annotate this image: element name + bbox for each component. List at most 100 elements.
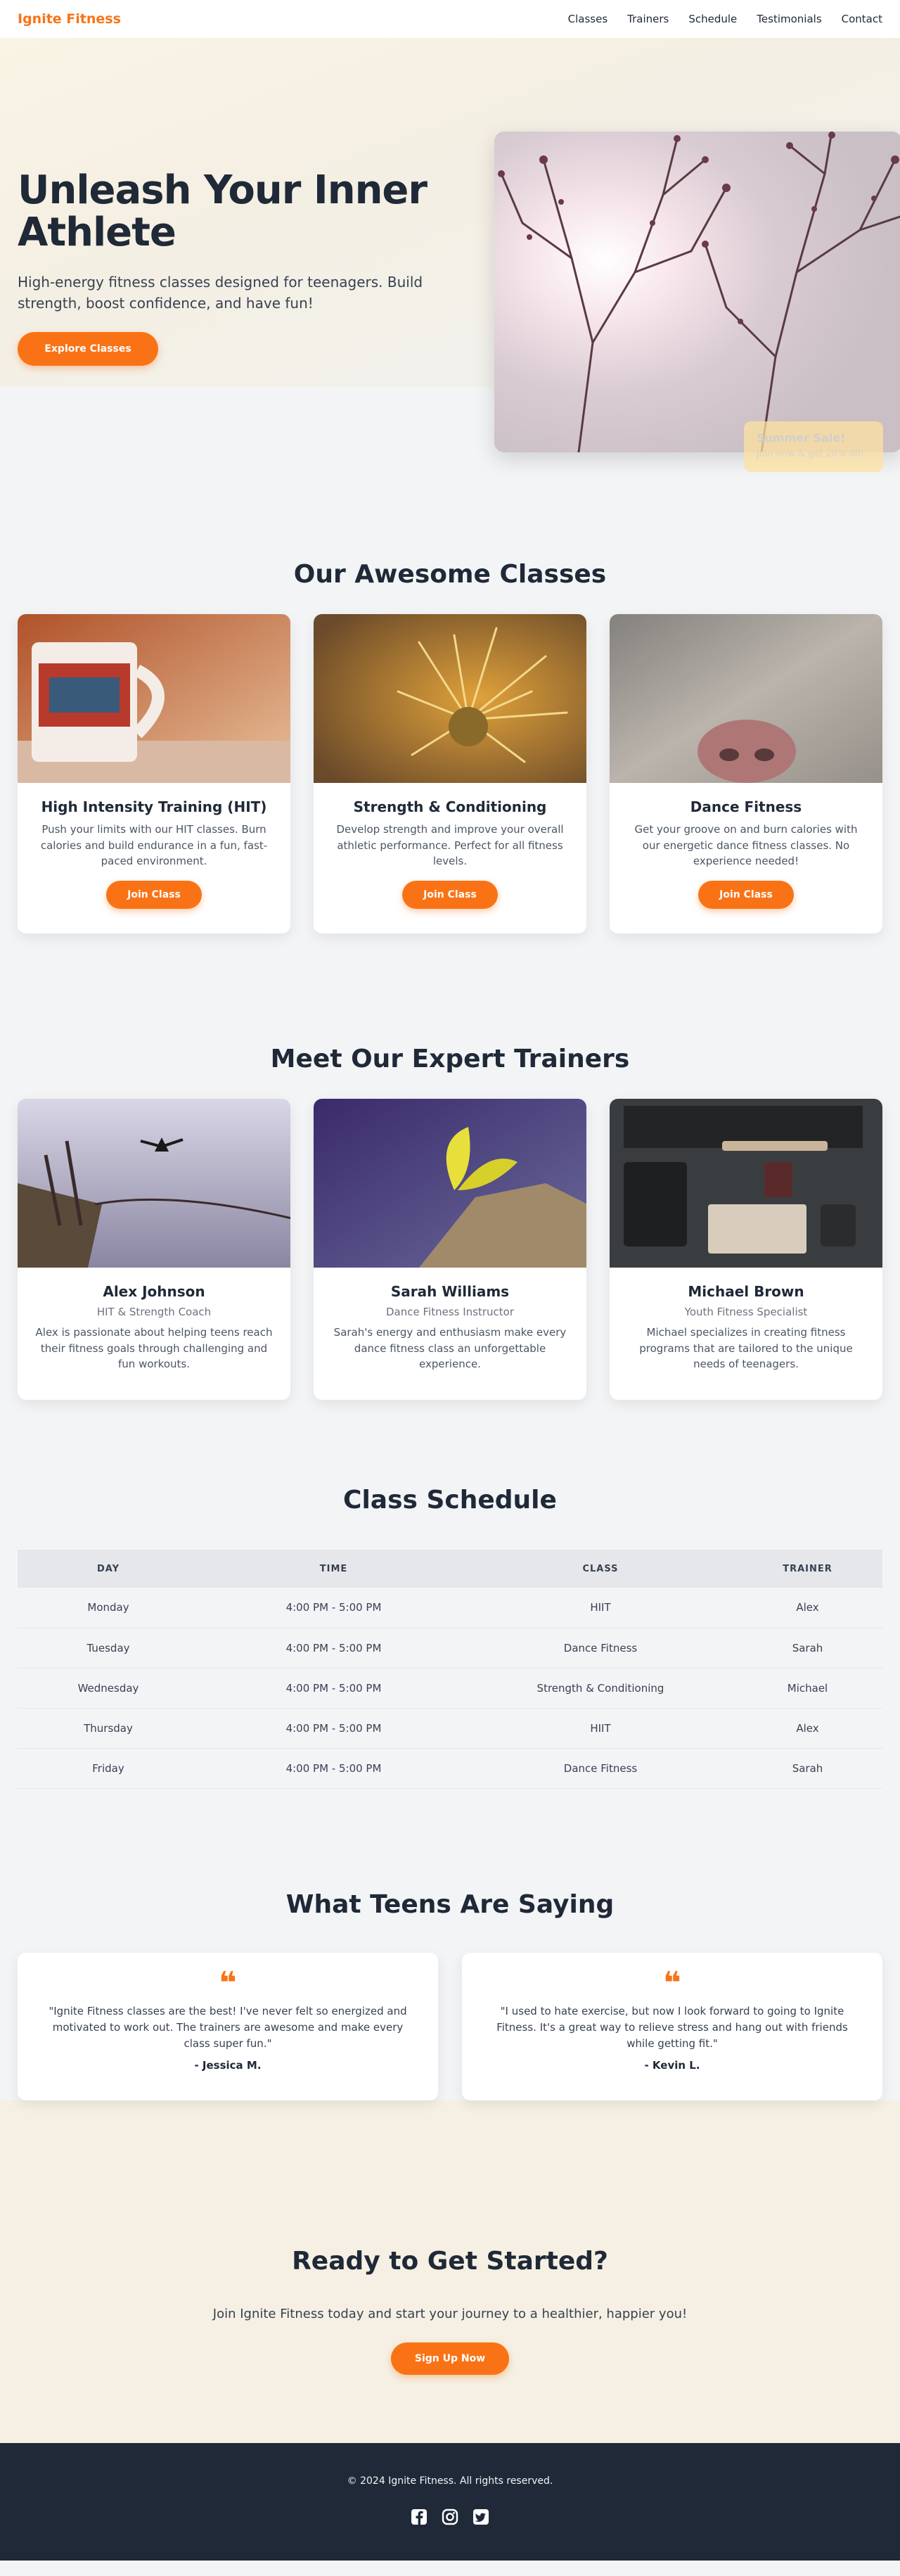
nav-link-testimonials[interactable]: Testimonials (757, 13, 821, 25)
trainer-role: Dance Fitness Instructor (386, 1306, 514, 1318)
cell-time: 4:00 PM - 5:00 PM (199, 1628, 468, 1669)
hero-text: Unleash Your Inner Athlete High-energy f… (18, 167, 454, 366)
cell-day: Friday (18, 1748, 199, 1789)
cta-text: Join Ignite Fitness today and start your… (212, 2306, 688, 2321)
header-time: TIME (199, 1550, 468, 1588)
header-day: DAY (18, 1550, 199, 1588)
trainer-cards: Alex Johnson HIT & Strength Coach Alex i… (0, 1099, 900, 1400)
trainer-image-leaf (314, 1099, 586, 1268)
table-row: Monday 4:00 PM - 5:00 PM HIIT Alex (18, 1588, 882, 1628)
cell-time: 4:00 PM - 5:00 PM (199, 1588, 468, 1628)
class-description: Get your groove on and burn calories wit… (634, 823, 858, 867)
trainer-name: Sarah Williams (390, 1283, 510, 1300)
nav-link-trainers[interactable]: Trainers (627, 13, 669, 25)
table-header-row: DAY TIME CLASS TRAINER (18, 1550, 882, 1588)
trainer-name: Alex Johnson (103, 1283, 205, 1300)
cell-class: Strength & Conditioning (468, 1668, 733, 1709)
sign-up-button[interactable]: Sign Up Now (391, 2342, 509, 2375)
class-cards: High Intensity Training (HIT) Push your … (0, 614, 900, 933)
trainer-role: HIT & Strength Coach (96, 1306, 212, 1318)
cell-class: Dance Fitness (468, 1748, 733, 1789)
trainer-image-pier (18, 1099, 290, 1268)
cell-class: HIIT (468, 1588, 733, 1628)
hero-section: Unleash Your Inner Athlete High-energy f… (0, 38, 900, 472)
hero-title: Unleash Your Inner Athlete (18, 167, 428, 256)
trainer-card-body: Alex Johnson HIT & Strength Coach Alex i… (18, 1268, 290, 1400)
class-card-body: Strength & Conditioning Develop strength… (314, 783, 586, 933)
class-image-mug (18, 614, 290, 783)
join-class-button[interactable]: Join Class (698, 881, 794, 909)
cell-trainer: Michael (733, 1668, 882, 1709)
testimonial-text: "Ignite Fitness classes are the best! I'… (49, 2004, 407, 2051)
trainer-bio: Sarah's energy and enthusiasm make every… (333, 1326, 567, 1370)
trainer-image-desk (610, 1099, 882, 1268)
cell-class: Dance Fitness (468, 1628, 733, 1669)
trainer-card-body: Michael Brown Youth Fitness Specialist M… (610, 1268, 882, 1400)
testimonials-section: What Teens Are Saying ❝ "Ignite Fitness … (0, 1789, 900, 2100)
cell-day: Monday (18, 1588, 199, 1628)
cell-class: HIIT (468, 1708, 733, 1749)
cta-section: Ready to Get Started? Join Ignite Fitnes… (0, 2100, 900, 2443)
testimonial-author: - Jessica M. (194, 2059, 262, 2072)
hero-subtitle: High-energy fitness classes designed for… (18, 273, 423, 312)
cell-day: Tuesday (18, 1628, 199, 1669)
cell-trainer: Alex (733, 1708, 882, 1749)
instagram-icon[interactable] (441, 2508, 459, 2526)
class-image-cactus (314, 614, 586, 783)
testimonial-cards: ❝ "Ignite Fitness classes are the best! … (0, 1952, 900, 2100)
nav-links: Classes Trainers Schedule Testimonials C… (568, 13, 882, 25)
twitter-icon[interactable] (472, 2508, 490, 2526)
cell-trainer: Sarah (733, 1628, 882, 1669)
cell-time: 4:00 PM - 5:00 PM (199, 1748, 468, 1789)
join-class-button[interactable]: Join Class (106, 881, 202, 909)
sale-subtitle: Join now & get 20% off! (757, 449, 865, 459)
top-nav: Ignite Fitness Classes Trainers Schedule… (0, 0, 900, 38)
join-class-button[interactable]: Join Class (402, 881, 498, 909)
class-title: Dance Fitness (690, 798, 802, 815)
nav-link-schedule[interactable]: Schedule (688, 13, 737, 25)
sale-title: Summer Sale! (757, 431, 846, 445)
nav-link-classes[interactable]: Classes (568, 13, 608, 25)
brand-logo[interactable]: Ignite Fitness (18, 11, 121, 27)
class-card-body: Dance Fitness Get your groove on and bur… (610, 783, 882, 933)
schedule-title: Class Schedule (343, 1486, 557, 1515)
quote-icon: ❝ (219, 1965, 237, 2001)
class-card: High Intensity Training (HIT) Push your … (18, 614, 290, 933)
class-card: Dance Fitness Get your groove on and bur… (610, 614, 882, 933)
trainers-section: Meet Our Expert Trainers Alex Johnson HI… (0, 933, 900, 1400)
class-title: Strength & Conditioning (353, 798, 547, 815)
schedule-table: DAY TIME CLASS TRAINER Monday 4:00 PM - … (18, 1550, 882, 1789)
class-description: Develop strength and improve your overal… (336, 823, 564, 867)
facebook-icon[interactable] (410, 2508, 428, 2526)
copyright-text: © 2024 Ignite Fitness. All rights reserv… (347, 2475, 553, 2487)
trainer-card-body: Sarah Williams Dance Fitness Instructor … (314, 1268, 586, 1400)
trainer-name: Michael Brown (688, 1283, 804, 1300)
classes-title: Our Awesome Classes (293, 560, 607, 589)
hero-image (494, 132, 900, 452)
class-image-cat-nose (610, 614, 882, 783)
trainer-bio: Michael specializes in creating fitness … (639, 1326, 853, 1370)
explore-classes-button[interactable]: Explore Classes (18, 331, 158, 366)
sale-badge: Summer Sale! Join now & get 20% off! (744, 421, 883, 472)
header-class: CLASS (468, 1550, 733, 1588)
table-row: Friday 4:00 PM - 5:00 PM Dance Fitness S… (18, 1748, 882, 1789)
class-title: High Intensity Training (HIT) (41, 798, 267, 815)
trainer-bio: Alex is passionate about helping teens r… (35, 1326, 273, 1370)
quote-icon: ❝ (663, 1965, 681, 2001)
table-row: Wednesday 4:00 PM - 5:00 PM Strength & C… (18, 1668, 882, 1709)
cta-title: Ready to Get Started? (292, 2246, 608, 2276)
table-row: Thursday 4:00 PM - 5:00 PM HIIT Alex (18, 1708, 882, 1749)
header-trainer: TRAINER (733, 1550, 882, 1588)
trainer-card: Alex Johnson HIT & Strength Coach Alex i… (18, 1099, 290, 1400)
cell-trainer: Sarah (733, 1748, 882, 1789)
cell-day: Thursday (18, 1708, 199, 1749)
testimonial-author: - Kevin L. (644, 2059, 700, 2072)
testimonials-title: What Teens Are Saying (285, 1889, 615, 1919)
nav-link-contact[interactable]: Contact (842, 13, 882, 25)
testimonial-card: ❝ "I used to hate exercise, but now I lo… (462, 1952, 882, 2100)
trainer-card: Sarah Williams Dance Fitness Instructor … (314, 1099, 586, 1400)
testimonial-text: "I used to hate exercise, but now I look… (496, 2004, 848, 2051)
cell-day: Wednesday (18, 1668, 199, 1709)
cell-trainer: Alex (733, 1588, 882, 1628)
trainers-title: Meet Our Expert Trainers (270, 1045, 630, 1073)
